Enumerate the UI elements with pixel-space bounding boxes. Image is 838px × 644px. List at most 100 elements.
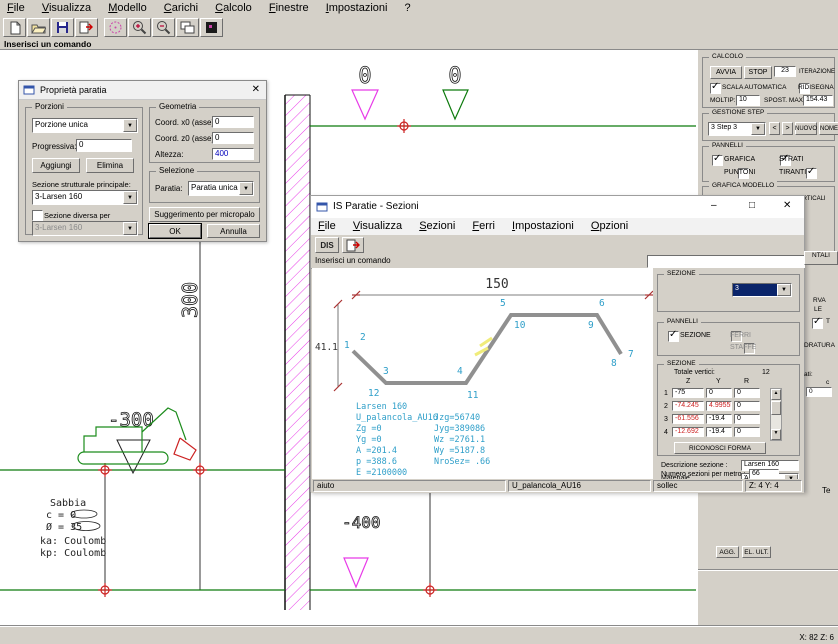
panel-fragment-field[interactable]: 0 — [806, 387, 832, 397]
el-ult-button[interactable]: EL. ULT. — [742, 546, 771, 558]
menu-finestre[interactable]: Finestre — [262, 0, 316, 16]
cascade-windows-button[interactable] — [176, 18, 199, 37]
chevron-down-icon[interactable]: ▼ — [239, 182, 253, 195]
row-2-r[interactable]: 0 — [734, 401, 760, 411]
riconosci-forma-button[interactable]: RICONOSCI FORMA — [674, 442, 766, 454]
chevron-down-icon[interactable]: ▼ — [777, 284, 791, 296]
progressiva-field[interactable]: 0 — [76, 139, 132, 152]
paratia-combo[interactable]: Paratia unica▼ — [188, 181, 254, 196]
altezza-field[interactable]: 400 — [212, 148, 254, 160]
svg-text:0: 0 — [448, 64, 461, 89]
sezioni-menu-sezioni[interactable]: Sezioni — [412, 218, 462, 234]
step-prev-button[interactable]: < — [769, 122, 780, 135]
scroll-down-icon: ▼ — [771, 429, 781, 440]
row-1-r[interactable]: 0 — [734, 388, 760, 398]
status-aiuto: aiuto — [313, 480, 506, 492]
row-2-y[interactable]: 4.99555 — [706, 401, 732, 411]
z0-label: Coord. z0 (asse): — [155, 134, 216, 143]
zoom-in-button[interactable] — [128, 18, 151, 37]
exit-button[interactable] — [75, 18, 98, 37]
verifiche-checkbox[interactable] — [32, 210, 43, 221]
sezione-checkbox[interactable]: ✓ — [668, 331, 679, 342]
elimina-button[interactable]: Elimina — [86, 158, 134, 173]
render-button[interactable] — [200, 18, 223, 37]
vertici-scrollbar[interactable]: ▲ ▼ — [770, 388, 782, 441]
sezioni-status-bar: aiuto U_palancola_AU16 sollec Z: 4 Y: 4 — [311, 479, 804, 493]
numero-sezioni-field[interactable]: 66 — [749, 469, 779, 479]
sezione-number-combo[interactable]: 3 ▼ — [732, 283, 792, 297]
minimize-icon[interactable]: – — [711, 200, 717, 211]
strati-label: STRATI — [779, 156, 803, 163]
sezioni-exit-button[interactable] — [342, 237, 364, 253]
save-button[interactable] — [51, 18, 74, 37]
selezione-group: Selezione Paratia: Paratia unica▼ — [149, 171, 260, 203]
tiranti-checkbox[interactable]: ✓ — [806, 168, 817, 179]
step-combo[interactable]: 3 Step 3▼ — [708, 122, 766, 136]
svg-text:-400: -400 — [342, 513, 381, 532]
command-bar[interactable]: Inserisci un comando — [0, 39, 838, 50]
sezioni-command-bar[interactable]: Inserisci un comando — [311, 255, 804, 269]
row-3-y[interactable]: -19.4 — [706, 414, 732, 424]
maximize-icon[interactable]: □ — [749, 200, 755, 211]
menu-modello[interactable]: Modello — [101, 0, 154, 16]
nome-button[interactable]: NOME — [819, 122, 838, 135]
row-4-r[interactable]: 0 — [734, 427, 760, 437]
annulla-button[interactable]: Annulla — [207, 224, 260, 238]
row-1-y[interactable]: 0 — [706, 388, 732, 398]
agg-button[interactable]: AGG. — [716, 546, 739, 558]
row-3-z[interactable]: -61.556 — [672, 414, 704, 424]
row-2-z[interactable]: -74.245 — [672, 401, 704, 411]
row-4-z[interactable]: -12.692 — [672, 427, 704, 437]
sezioni-titlebar[interactable]: IS Paratie - Sezioni – □ ✕ — [311, 196, 804, 218]
suggerimento-micropalo-button[interactable]: Suggerimento per micropalo — [149, 207, 260, 222]
open-file-button[interactable] — [27, 18, 50, 37]
menu-visualizza[interactable]: Visualizza — [35, 0, 98, 16]
pan-button[interactable] — [104, 18, 127, 37]
new-file-button[interactable] — [3, 18, 26, 37]
save-floppy-icon — [56, 21, 69, 34]
z0-field[interactable]: 0 — [212, 132, 254, 144]
scala-automatica-checkbox[interactable]: ✓ — [710, 83, 721, 94]
menu-impostazioni[interactable]: Impostazioni — [319, 0, 395, 16]
descrizione-label: Descrizione sezione : — [661, 462, 728, 469]
porzione-combo[interactable]: Porzione unica▼ — [32, 118, 138, 133]
svg-text:Zg =0: Zg =0 — [356, 424, 382, 434]
sezioni-drawing-area[interactable]: 150 41.1 1 2 — [312, 268, 653, 479]
sezioni-menu-ferri[interactable]: Ferri — [465, 218, 502, 234]
sezioni-menu-opzioni[interactable]: Opzioni — [584, 218, 635, 234]
iterazioni-field[interactable]: 23 — [774, 66, 796, 77]
render-box-icon — [205, 21, 218, 34]
menu-calcolo[interactable]: Calcolo — [208, 0, 259, 16]
sezioni-menu-visualizza[interactable]: Visualizza — [346, 218, 409, 234]
x0-field[interactable]: 0 — [212, 116, 254, 128]
panel-fragment-checkbox[interactable]: ✓ — [812, 318, 823, 329]
ok-button[interactable]: OK — [149, 224, 201, 238]
avvia-button[interactable]: AVVIA — [710, 66, 742, 79]
sezione-principale-combo[interactable]: 3-Larsen 160▼ — [32, 190, 138, 205]
grafica-checkbox[interactable]: ✓ — [712, 155, 723, 166]
chevron-down-icon[interactable]: ▼ — [751, 123, 765, 135]
close-icon[interactable]: ✕ — [783, 200, 791, 211]
step-next-button[interactable]: > — [782, 122, 793, 135]
sezioni-menu-impostazioni[interactable]: Impostazioni — [505, 218, 581, 234]
menu-carichi[interactable]: Carichi — [157, 0, 205, 16]
menu-file[interactable]: File — [0, 0, 32, 16]
row-4-y[interactable]: -19.4 — [706, 427, 732, 437]
nuovo-button[interactable]: NUOVO — [795, 122, 817, 135]
chevron-down-icon[interactable]: ▼ — [123, 119, 137, 132]
sezioni-menu-file[interactable]: File — [311, 218, 343, 234]
row-1-z[interactable]: -75 — [672, 388, 704, 398]
stop-button[interactable]: STOP — [744, 66, 772, 79]
row-3-r[interactable]: 0 — [734, 414, 760, 424]
chevron-down-icon[interactable]: ▼ — [123, 191, 137, 204]
dis-button[interactable]: DIS — [315, 237, 339, 253]
zoom-out-button[interactable] — [152, 18, 175, 37]
command-input[interactable] — [647, 255, 805, 268]
dialog-titlebar[interactable]: Proprietà paratia ✕ — [19, 81, 266, 100]
moltip-field[interactable]: 10 — [736, 95, 760, 106]
close-icon[interactable]: ✕ — [252, 84, 260, 95]
aggiungi-button[interactable]: Aggiungi — [32, 158, 80, 173]
menu-help[interactable]: ? — [398, 0, 418, 16]
new-file-icon — [8, 21, 22, 35]
sezioni-menu-bar: File Visualizza Sezioni Ferri Impostazio… — [311, 218, 804, 236]
